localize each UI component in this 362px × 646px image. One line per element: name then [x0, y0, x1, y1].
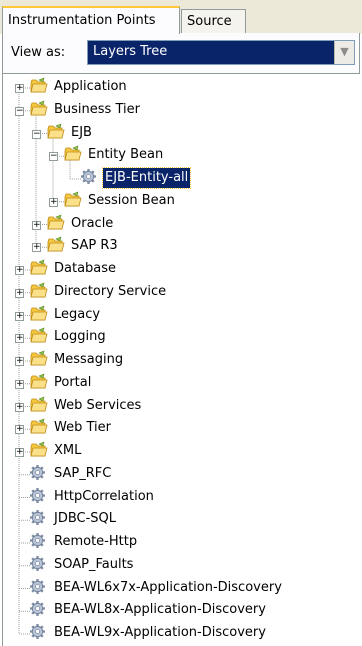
folder-icon: [30, 327, 48, 343]
tree-item-label: Session Bean: [88, 192, 175, 208]
plus-icon[interactable]: +: [49, 197, 58, 207]
folder-icon: [30, 259, 48, 275]
tree-item-label: Legacy: [54, 306, 101, 322]
tab-instrumentation-points[interactable]: Instrumentation Points: [2, 6, 180, 34]
tree-item-label: Web Services: [54, 397, 142, 413]
plus-icon[interactable]: +: [15, 288, 24, 298]
tree-item-label: XML: [54, 443, 82, 458]
plus-icon[interactable]: +: [15, 84, 24, 93]
tree-item-label: Oracle: [71, 215, 114, 231]
plus-icon[interactable]: +: [15, 379, 24, 389]
view-as-dropdown[interactable]: Layers Tree ▼: [87, 40, 355, 65]
tree-item-label: Web Tier: [54, 420, 111, 436]
gear-icon: [30, 464, 45, 480]
plus-icon[interactable]: +: [32, 220, 41, 230]
plus-icon[interactable]: +: [15, 448, 24, 457]
folder-icon: [30, 373, 48, 389]
view-as-panel: View as: Layers Tree ▼: [2, 33, 360, 73]
tab-source[interactable]: Source: [181, 9, 246, 33]
tree-item-label: Business Tier: [54, 101, 140, 117]
plus-icon[interactable]: +: [15, 425, 24, 435]
tab-strip: Instrumentation Points Source: [0, 0, 362, 34]
tree-item-label: Portal: [54, 374, 92, 390]
folder-icon: [64, 145, 82, 161]
folder-icon: [30, 418, 48, 434]
tree-item-label: BEA-WL9x-Application-Discovery: [54, 625, 266, 640]
folder-icon: [30, 305, 48, 320]
minus-icon[interactable]: −: [32, 129, 41, 139]
tree-item-label: SAP R3: [71, 238, 118, 254]
gear-icon: [30, 533, 45, 548]
folder-icon: [30, 441, 48, 457]
tree-item-label: HttpCorrelation: [54, 488, 154, 504]
folder-icon: [47, 123, 65, 138]
plus-icon[interactable]: +: [15, 266, 24, 275]
plus-icon[interactable]: +: [32, 243, 41, 253]
view-as-label: View as:: [11, 45, 66, 60]
tree-item-label: Application: [54, 79, 127, 94]
folder-icon: [64, 191, 82, 207]
tree-item-label: SAP_RFC: [54, 465, 112, 481]
folder-icon: [30, 282, 48, 298]
gear-icon: [30, 601, 45, 617]
folder-icon: [30, 77, 48, 93]
tree-item-label: Directory Service: [54, 283, 167, 299]
tree-item-label: Logging: [54, 329, 106, 345]
tree-item-label: EJB: [71, 124, 92, 140]
gear-icon: [30, 555, 45, 571]
tree-item-label: BEA-WL6x7x-Application-Discovery: [54, 579, 282, 595]
gear-icon: [30, 578, 45, 594]
tree-item-label: Remote-Http: [54, 534, 138, 549]
folder-icon: [47, 214, 65, 229]
gear-icon: [30, 487, 45, 503]
gear-icon: [81, 169, 96, 184]
layers-tree[interactable]: + Application − Business Tier − EJB − Entity Be…: [2, 73, 360, 646]
folder-icon: [30, 100, 48, 116]
folder-icon: [30, 350, 48, 366]
plus-icon[interactable]: +: [15, 311, 24, 321]
tree-item-label: SOAP_Faults: [54, 556, 134, 572]
minus-icon[interactable]: −: [49, 152, 58, 162]
folder-icon: [30, 396, 48, 411]
view-as-value: Layers Tree: [93, 44, 168, 59]
plus-icon[interactable]: +: [15, 402, 24, 412]
tree-item-label: JDBC-SQL: [54, 511, 117, 527]
gear-icon: [30, 510, 45, 526]
plus-icon[interactable]: +: [15, 334, 24, 344]
folder-icon: [47, 236, 65, 252]
gear-icon: [30, 624, 45, 639]
tree-item-label: BEA-WL8x-Application-Discovery: [54, 602, 266, 618]
tree-item-label: Database: [54, 261, 117, 276]
tree-item-label: Messaging: [54, 352, 124, 367]
plus-icon[interactable]: +: [15, 357, 24, 366]
tree-item-label: Entity Bean: [88, 147, 164, 163]
tree-item-label: EJB-Entity-all: [101, 167, 192, 189]
minus-icon[interactable]: −: [15, 106, 24, 116]
chevron-down-icon[interactable]: ▼: [334, 41, 354, 64]
